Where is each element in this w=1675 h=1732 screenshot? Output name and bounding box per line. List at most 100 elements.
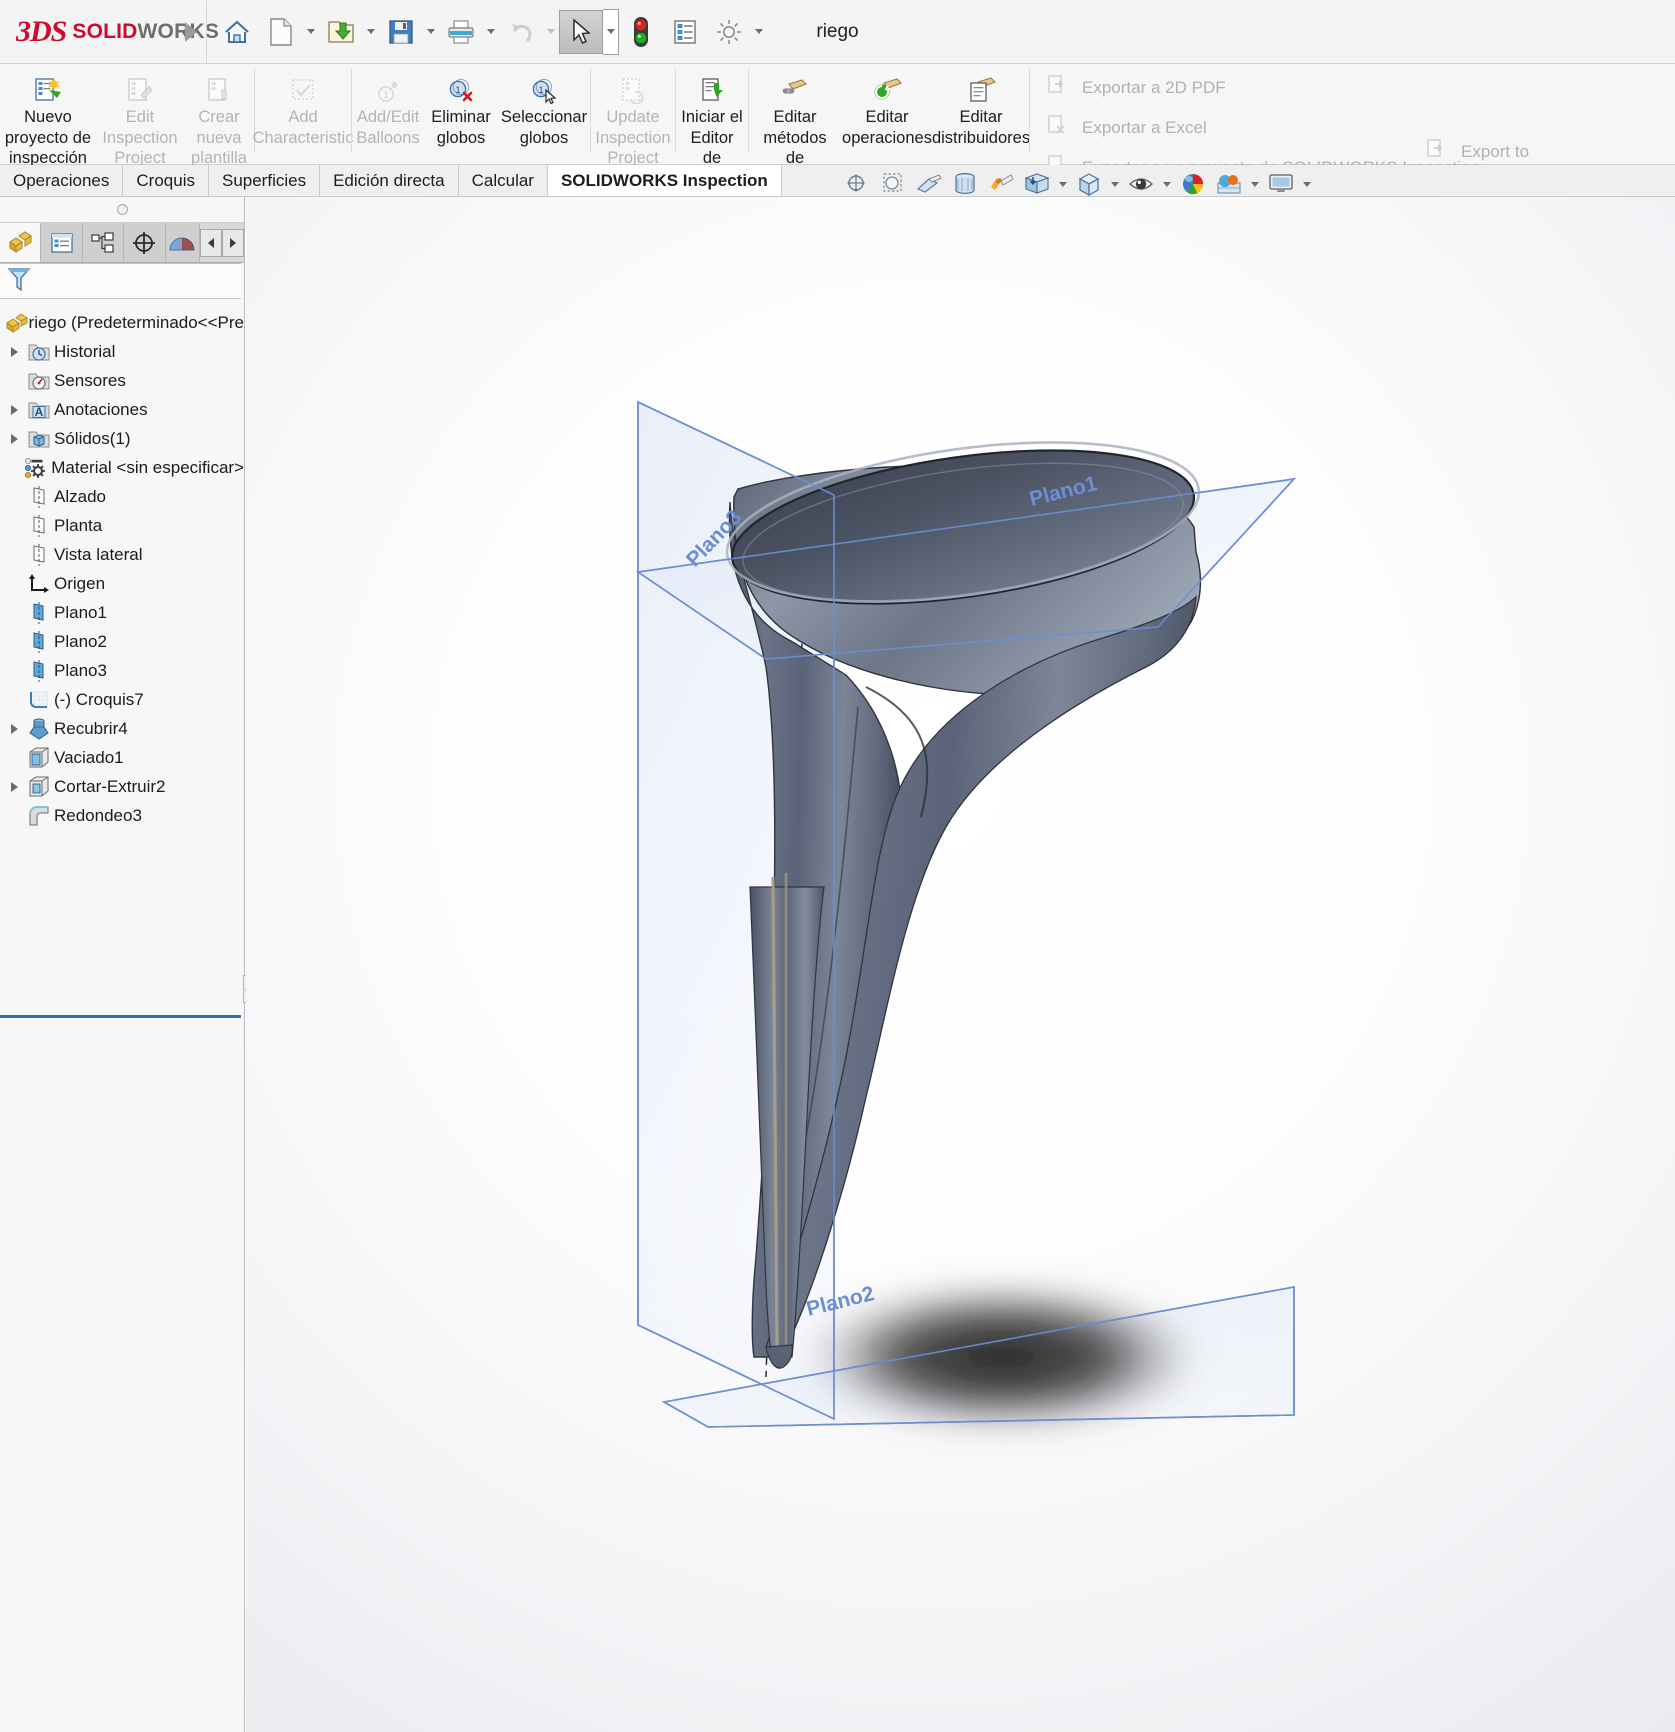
fillet-icon (24, 804, 54, 828)
tree-expander[interactable] (4, 346, 24, 357)
view-orientation-cyl-icon[interactable] (948, 167, 982, 201)
view-settings-icon[interactable] (1020, 167, 1054, 201)
zoom-to-fit-icon[interactable] (840, 167, 874, 201)
new-inspection-project-button[interactable]: Nuevo proyecto de inspección (0, 64, 96, 169)
feature-manager-panel: riego (Predeterminado<<Pre Historial Sen… (0, 197, 245, 1732)
appearances-icon[interactable] (1176, 167, 1210, 201)
edit-operations-label: Editar operaciones (842, 108, 932, 147)
new-document-chevron-down-icon[interactable] (303, 10, 319, 54)
tree-item-material[interactable]: Material <sin especificar> (0, 453, 244, 482)
tree-expander[interactable] (4, 781, 24, 792)
tree-item-planta[interactable]: Planta (0, 511, 244, 540)
edit-inspection-project-button: Edit Inspection Project (96, 64, 184, 169)
tree-item-origen[interactable]: Origen (0, 569, 244, 598)
ribbon-group-project: Nuevo proyecto de inspección Edit Inspec… (0, 64, 254, 167)
feature-tree-tab[interactable] (0, 223, 42, 262)
tree-item-label: Sensores (54, 370, 126, 390)
tree-item-plano1[interactable]: Plano1 (0, 598, 244, 627)
open-document-chevron-down-icon[interactable] (363, 10, 379, 54)
dassault-3ds-mark: 3DS (16, 14, 67, 48)
gear-options-chevron-down-icon[interactable] (751, 10, 767, 54)
select-balloons-button[interactable]: 1 Seleccionar globos (498, 64, 590, 148)
panel-tab-nav (200, 223, 244, 262)
property-manager-tab[interactable] (41, 223, 83, 262)
ribbon-group-balloons: 1 Add/Edit Balloons 1 Eliminar globos 1 … (352, 64, 590, 165)
display-manager-tab[interactable] (165, 223, 200, 262)
tree-item-vaciado1[interactable]: Vaciado1 (0, 743, 244, 772)
edit-vendors-button[interactable]: Editar distribuidores (931, 64, 1031, 148)
material-icon (23, 456, 51, 480)
tab-solidworks-inspection[interactable]: SOLIDWORKS Inspection (547, 165, 782, 196)
menu-expand-arrow-icon[interactable] (180, 19, 202, 45)
graphics-viewport[interactable]: Plano1 Plano3 Plano2 (246, 197, 1675, 1732)
dimxpert-manager-tab[interactable] (124, 223, 166, 262)
scene-icon[interactable] (1212, 167, 1246, 201)
launch-template-editor-icon (698, 70, 726, 104)
options-list-icon[interactable] (663, 10, 707, 54)
tab-operaciones[interactable]: Operaciones (0, 165, 124, 196)
configuration-manager-tab[interactable] (82, 223, 125, 262)
tab-croquis[interactable]: Croquis (123, 165, 209, 196)
tree-item-vista-lateral[interactable]: Vista lateral (0, 540, 244, 569)
delete-balloons-button[interactable]: 1 Eliminar globos (424, 64, 498, 148)
tree-item-alzado[interactable]: Alzado (0, 482, 244, 511)
tree-expander[interactable] (4, 723, 24, 734)
tree-item-recubrir4[interactable]: Recubrir4 (0, 714, 244, 743)
tree-item-redondeo3[interactable]: Redondeo3 (0, 801, 244, 830)
panel-tab-prev-button[interactable] (200, 228, 222, 257)
panel-collapse-grip[interactable] (0, 197, 244, 223)
update-inspection-project-label: Update Inspection Project (595, 108, 671, 167)
tree-item-plano3[interactable]: Plano3 (0, 656, 244, 685)
panel-tab-next-button[interactable] (222, 228, 244, 257)
section-view-icon[interactable] (912, 167, 946, 201)
save-chevron-down-icon[interactable] (423, 10, 439, 54)
model-3d-view[interactable] (246, 197, 1675, 1732)
tree-item-part-root[interactable]: riego (Predeterminado<<Pre (0, 308, 244, 337)
select-cursor-icon[interactable] (559, 9, 603, 54)
save-icon[interactable] (379, 10, 423, 54)
select-mode-chevron-down-icon[interactable] (603, 8, 619, 55)
zebra-stripes-icon[interactable] (984, 167, 1018, 201)
tab-superficies[interactable]: Superficies (208, 165, 321, 196)
tree-item-solidos[interactable]: Sólidos(1) (0, 424, 244, 453)
tree-item-croquis7[interactable]: (-) Croquis7 (0, 685, 244, 714)
tree-item-anotaciones[interactable]: A Anotaciones (0, 395, 244, 424)
print-chevron-down-icon[interactable] (483, 10, 499, 54)
tree-item-label: Cortar-Extruir2 (54, 776, 166, 796)
new-document-icon[interactable] (259, 10, 303, 54)
tab-edicion-directa[interactable]: Edición directa (320, 165, 459, 196)
plane-blue-icon (24, 659, 54, 683)
tree-item-sensores[interactable]: Sensores (0, 366, 244, 395)
viewport-chevron-down-icon[interactable] (1300, 167, 1314, 201)
part-solid-body[interactable] (717, 417, 1209, 1369)
undo-chevron-down-icon (543, 10, 559, 54)
display-style-icon[interactable] (1072, 167, 1106, 201)
hide-show-items-chevron-down-icon[interactable] (1160, 167, 1174, 201)
quick-access-toolbar (215, 8, 767, 55)
rebuild-status-icon[interactable] (619, 10, 663, 54)
sketch-icon (24, 689, 54, 711)
tree-item-plano2[interactable]: Plano2 (0, 627, 244, 656)
tree-item-label: (-) Croquis7 (54, 689, 144, 709)
svg-text:1: 1 (383, 90, 388, 100)
gear-options-icon[interactable] (707, 10, 751, 54)
view-settings-chevron-down-icon[interactable] (1056, 167, 1070, 201)
scene-chevron-down-icon[interactable] (1248, 167, 1262, 201)
tree-item-label: Alzado (54, 486, 106, 506)
display-style-chevron-down-icon[interactable] (1108, 167, 1122, 201)
tab-calcular[interactable]: Calcular (458, 165, 548, 196)
hide-show-items-icon[interactable] (1124, 167, 1158, 201)
tree-expander[interactable] (4, 404, 24, 415)
edit-operations-button[interactable]: Editar operaciones (841, 64, 933, 148)
tree-expander[interactable] (4, 433, 24, 444)
edit-vendors-label: Editar distribuidores (931, 108, 1031, 147)
tree-item-historial[interactable]: Historial (0, 337, 244, 366)
open-document-icon[interactable] (319, 10, 363, 54)
print-icon[interactable] (439, 10, 483, 54)
feature-tree-filter[interactable] (0, 263, 241, 299)
home-icon[interactable] (215, 10, 259, 54)
zoom-to-area-icon[interactable] (876, 167, 910, 201)
shell-icon (24, 746, 54, 770)
tree-item-cortar-extruir2[interactable]: Cortar-Extruir2 (0, 772, 244, 801)
viewport-icon[interactable] (1264, 167, 1298, 201)
